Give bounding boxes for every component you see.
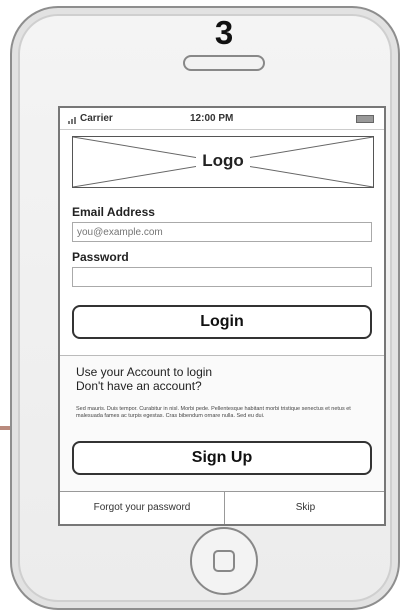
login-button[interactable]: Login <box>72 305 372 339</box>
carrier-label: Carrier <box>80 113 113 124</box>
login-hint: Use your Account to login <box>76 365 213 379</box>
home-button[interactable] <box>190 527 258 595</box>
phone-speaker <box>183 55 265 71</box>
bottom-bar: Forgot your password Skip <box>60 491 384 524</box>
logo-placeholder: Logo <box>72 136 374 188</box>
no-account-hint: Don't have an account? <box>76 379 202 393</box>
fine-print-text: Sed mauris. Duis tempor. Curabitur in ni… <box>76 406 351 419</box>
status-bar: Carrier 12:00 PM <box>60 108 384 130</box>
status-time: 12:00 PM <box>190 113 234 124</box>
signup-section: Use your Account to login Don't have an … <box>60 355 384 492</box>
forgot-password-link[interactable]: Forgot your password <box>60 492 224 524</box>
battery-icon <box>356 115 374 123</box>
email-field[interactable] <box>72 222 372 242</box>
email-label: Email Address <box>72 205 155 219</box>
password-label: Password <box>72 250 129 264</box>
signal-icon <box>68 113 77 124</box>
home-square-icon <box>213 550 235 572</box>
skip-link[interactable]: Skip <box>225 492 384 524</box>
logo-label: Logo <box>196 151 250 170</box>
phone-screen: Carrier 12:00 PM Logo Email Address Pass… <box>58 106 386 526</box>
step-number: 3 <box>214 14 234 51</box>
sign-up-button[interactable]: Sign Up <box>72 441 372 475</box>
carrier-indicator: Carrier <box>68 113 113 124</box>
password-field[interactable] <box>72 267 372 287</box>
